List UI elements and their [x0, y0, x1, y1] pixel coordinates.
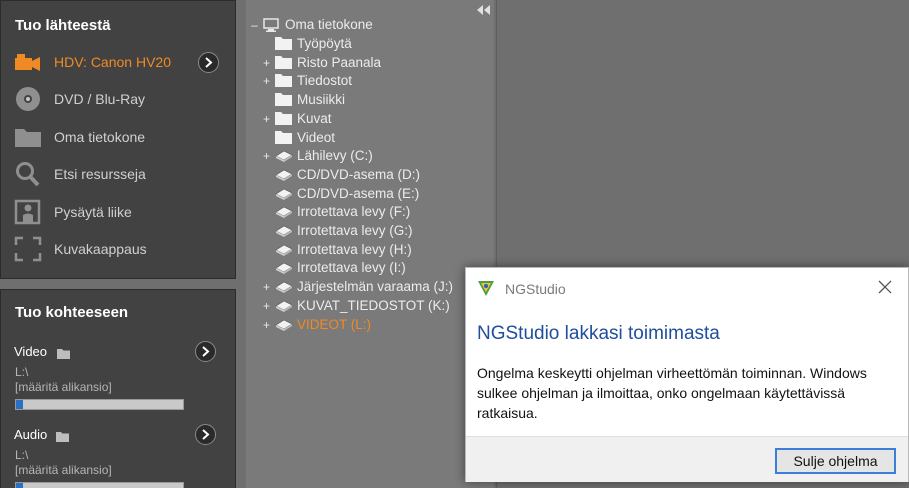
dest-audio-subfolder[interactable]: [määritä alikansio]	[15, 463, 112, 477]
folder-icon	[275, 111, 292, 128]
tree-item-label: Videot	[297, 129, 336, 145]
tree-item-label: Lähilevy (C:)	[297, 148, 373, 164]
tree-item-label: Irrotettava levy (F:)	[297, 204, 411, 220]
tree-root-label: Oma tietokone	[285, 17, 373, 32]
expand-toggle[interactable]: +	[263, 112, 273, 126]
collapse-icon[interactable]	[475, 3, 491, 15]
computer-icon	[263, 18, 281, 36]
expand-toggle[interactable]: +	[263, 318, 273, 332]
tree-item-label: Järjestelmän varaama (J:)	[297, 279, 454, 295]
source-item-dvd[interactable]: DVD / Blu-Ray	[1, 83, 235, 115]
space-bar-fill	[16, 483, 23, 488]
folder-icon	[275, 37, 292, 53]
tree-item-label: CD/DVD-asema (D:)	[297, 166, 421, 182]
tree-item-label: VIDEOT (L:)	[297, 316, 372, 332]
source-item-label: Kuvakaappaus	[54, 241, 147, 257]
source-item-snapshot[interactable]: Kuvakaappaus	[1, 233, 235, 265]
dest-video-label: Video	[14, 344, 48, 359]
tree-item-label: CD/DVD-asema (E:)	[297, 185, 420, 201]
chevron-right-icon[interactable]	[195, 424, 216, 445]
drive-icon	[275, 299, 293, 316]
dest-audio-path: L:\	[15, 448, 29, 462]
folder-icon	[13, 124, 43, 150]
drive-icon	[275, 187, 293, 204]
dialog-footer: Sulje ohjelma	[466, 436, 908, 482]
import-destination-panel: Tuo kohteeseen Video L:\ [määritä alikan…	[0, 289, 236, 488]
tree-item-label: KUVAT_TIEDOSTOT (K:)	[297, 297, 450, 313]
app-icon	[476, 278, 496, 298]
drive-icon	[275, 205, 293, 222]
disc-icon	[13, 86, 43, 112]
tree-item-label: Irrotettava levy (G:)	[297, 223, 413, 238]
space-bar-fill	[16, 400, 23, 409]
drive-icon	[275, 318, 293, 335]
chevron-right-icon[interactable]	[198, 52, 219, 73]
drive-icon	[275, 280, 293, 297]
source-item-label: Etsi resursseja	[54, 166, 146, 182]
expand-toggle[interactable]: +	[263, 56, 273, 70]
source-panel-title: Tuo lähteestä	[15, 17, 111, 34]
dest-group-video: Video L:\ [määritä alikansio]	[1, 341, 235, 414]
folder-icon[interactable]	[57, 346, 70, 359]
tree-item-label: Kuvat	[297, 110, 332, 126]
dest-video-space-bar	[15, 399, 184, 410]
import-source-panel: Tuo lähteestä HDV: Canon HV20 DVD / Blu-…	[0, 0, 236, 279]
folder-icon	[275, 74, 292, 90]
drive-icon	[275, 243, 293, 260]
dest-audio-label: Audio	[14, 427, 48, 442]
dest-group-audio: Audio L:\ [määritä alikansio]	[1, 424, 235, 488]
chevron-right-icon[interactable]	[195, 341, 216, 362]
collapse-toggle[interactable]: –	[251, 18, 261, 32]
source-item-computer[interactable]: Oma tietokone	[1, 121, 235, 153]
drive-icon	[275, 168, 293, 185]
dest-panel-title: Tuo kohteeseen	[15, 304, 129, 321]
dialog-message: Ongelma keskeytti ohjelman virheettömän …	[477, 365, 867, 421]
expand-toggle[interactable]: +	[263, 299, 273, 313]
dialog-heading: NGStudio lakkasi toimimasta	[477, 323, 720, 344]
dest-video-path: L:\	[15, 365, 29, 379]
dest-audio-space-bar	[15, 482, 184, 488]
close-program-button[interactable]: Sulje ohjelma	[775, 448, 896, 474]
tree-item-label: Työpöytä	[297, 36, 352, 51]
source-item-search[interactable]: Etsi resursseja	[1, 158, 235, 190]
tree-item-label: Irrotettava levy (I:)	[297, 260, 406, 276]
stop-motion-icon	[13, 199, 43, 225]
source-item-label: Pysäytä liike	[54, 204, 132, 220]
error-dialog: NGStudio NGStudio lakkasi toimimasta Ong…	[465, 267, 909, 482]
tree-item-label: Tiedostot	[297, 73, 353, 89]
drive-icon	[275, 261, 293, 278]
tree-item-label: Risto Paanala	[297, 54, 382, 70]
source-item-label: HDV: Canon HV20	[54, 54, 171, 70]
dest-video-subfolder[interactable]: [määritä alikansio]	[15, 380, 112, 394]
close-icon[interactable]	[878, 280, 892, 294]
source-item-hdv[interactable]: HDV: Canon HV20	[1, 46, 235, 78]
drive-icon	[275, 149, 293, 166]
expand-toggle[interactable]: +	[263, 149, 273, 163]
dialog-title: NGStudio	[505, 281, 566, 297]
source-item-stop-motion[interactable]: Pysäytä liike	[1, 196, 235, 228]
folder-icon	[275, 55, 292, 72]
source-item-label: Oma tietokone	[54, 129, 146, 145]
folder-icon	[275, 130, 292, 147]
drive-icon	[275, 224, 293, 241]
folder-icon[interactable]	[56, 429, 69, 442]
expand-toggle[interactable]: +	[263, 74, 273, 88]
source-item-label: DVD / Blu-Ray	[54, 91, 146, 107]
folder-icon	[275, 93, 292, 109]
tree-item-label: Musiikki	[297, 92, 346, 108]
snapshot-frame-icon	[13, 236, 43, 262]
camcorder-icon	[13, 49, 43, 75]
search-icon	[13, 161, 43, 187]
folder-tree-pane: – Oma tietokone Työpöytä + Risto Paanala + T…	[246, 0, 494, 488]
expand-toggle[interactable]: +	[263, 280, 273, 294]
tree-item-label: Irrotettava levy (H:)	[297, 241, 412, 257]
